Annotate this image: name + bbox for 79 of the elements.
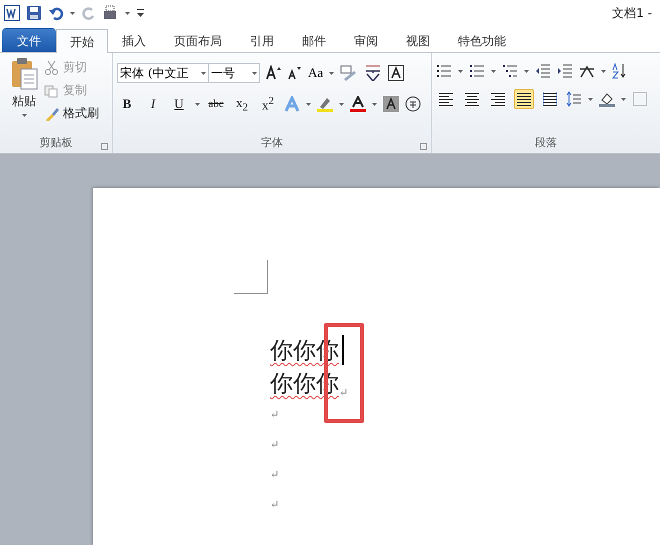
caret-icon[interactable] (588, 96, 593, 102)
bold-button[interactable]: B (117, 96, 137, 112)
increase-indent-icon[interactable] (557, 63, 573, 79)
decrease-indent-icon[interactable] (535, 63, 551, 79)
file-menu-tab[interactable]: 文件 (2, 28, 56, 52)
character-shading-icon[interactable] (383, 96, 399, 112)
bullets-icon[interactable] (436, 63, 452, 79)
caret-icon[interactable] (201, 70, 206, 76)
caret-icon[interactable] (524, 68, 529, 74)
group-label: 段落 (535, 136, 557, 149)
paragraph-mark: ↵ (339, 386, 348, 399)
caret-icon[interactable] (70, 10, 75, 16)
caret-icon[interactable] (491, 68, 496, 74)
font-color-icon[interactable] (350, 96, 366, 112)
caret-icon[interactable] (306, 100, 311, 108)
caret-icon[interactable] (252, 70, 257, 76)
align-lines-icon (491, 92, 505, 106)
italic-button[interactable]: I (143, 96, 163, 112)
enclose-character-icon[interactable] (405, 96, 421, 112)
ribbon-tab[interactable]: 视图 (392, 28, 444, 52)
sort-icon[interactable] (612, 63, 628, 79)
ribbon-tab[interactable]: 开始 (56, 29, 108, 53)
subscript-button[interactable]: x$_{2}$ (232, 95, 252, 114)
caret-icon[interactable] (601, 68, 606, 74)
underline-button[interactable]: U (169, 96, 189, 112)
line-spacing-icon[interactable] (566, 91, 582, 107)
margin-corner-mark (234, 260, 268, 294)
print-preview-icon[interactable] (103, 5, 119, 21)
paragraph-mark: ↵ (270, 408, 280, 421)
caret-icon[interactable] (195, 100, 200, 108)
strikethrough-button[interactable]: abc (206, 98, 226, 110)
ribbon-tab[interactable]: 邮件 (288, 28, 340, 52)
align-button[interactable] (540, 89, 560, 109)
character-border-icon[interactable] (388, 65, 404, 81)
group-label: 剪贴板 (40, 136, 72, 149)
caret-icon[interactable] (339, 100, 344, 108)
pinyin-guide-icon[interactable] (364, 65, 382, 81)
highlight-icon[interactable] (317, 96, 333, 112)
font-name-field[interactable]: 宋体 (中文正 (117, 63, 209, 83)
paste-button[interactable]: 粘贴 (12, 93, 36, 110)
shrink-font-icon[interactable] (287, 65, 302, 81)
phonetic-icon[interactable] (340, 65, 358, 81)
align-button[interactable] (514, 89, 534, 109)
brush-icon[interactable] (44, 106, 59, 121)
caret-icon[interactable] (22, 112, 26, 119)
ribbon-tab[interactable]: 引用 (236, 28, 288, 52)
align-lines-icon (465, 92, 479, 106)
font-size-field[interactable]: 一号 (208, 63, 260, 83)
paragraph-mark: ↵ (270, 438, 280, 451)
shading-icon[interactable] (599, 91, 615, 107)
borders-icon[interactable] (632, 91, 648, 107)
grow-font-icon[interactable] (266, 65, 281, 81)
word-logo-icon[interactable] (4, 5, 20, 21)
save-icon[interactable] (26, 5, 42, 21)
paragraph-mark: ↵ (270, 498, 280, 511)
change-case-button[interactable]: Aa (308, 65, 324, 81)
group-label: 字体 (261, 136, 283, 149)
paragraph-mark: ↵ (270, 468, 280, 481)
align-lines-icon (543, 92, 557, 106)
ribbon-tab[interactable]: 插入 (108, 28, 160, 52)
caret-icon[interactable] (372, 100, 377, 108)
caret-icon[interactable] (621, 96, 626, 102)
paste-icon[interactable] (9, 57, 39, 91)
multilevel-list-icon[interactable] (502, 63, 518, 79)
ribbon-tab[interactable]: 页面布局 (160, 28, 236, 52)
window-title: 文档1 - (612, 4, 653, 22)
align-lines-icon (439, 92, 453, 106)
caret-icon[interactable] (125, 10, 130, 16)
align-lines-icon (517, 92, 531, 106)
ribbon-tab[interactable]: 特色功能 (444, 28, 520, 52)
undo-icon[interactable] (48, 5, 64, 21)
scissors-icon[interactable] (44, 60, 59, 75)
caret-icon[interactable] (329, 70, 334, 76)
superscript-button[interactable]: x$^{2}$ (258, 95, 278, 114)
numbering-icon[interactable] (469, 63, 485, 79)
format-painter-button[interactable]: 格式刷 (63, 105, 99, 122)
chinese-layout-icon[interactable] (579, 63, 595, 79)
ribbon-tab[interactable]: 审阅 (340, 28, 392, 52)
caret-icon[interactable] (458, 68, 463, 74)
